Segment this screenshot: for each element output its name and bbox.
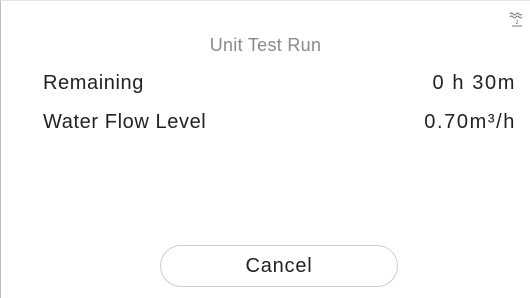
test-run-screen: Unit Test Run 2 Remaining 0 h 30m Water …: [0, 0, 530, 298]
water-flow-icon: 2: [509, 12, 523, 27]
water-flow-value: 0.70m³/h: [424, 111, 516, 133]
water-flow-icon-label: 2: [515, 20, 518, 26]
remaining-value: 0 h 30m: [432, 72, 516, 94]
water-flow-label: Water Flow Level: [43, 111, 207, 133]
remaining-label: Remaining: [43, 72, 145, 94]
cancel-button[interactable]: Cancel: [160, 245, 398, 287]
screen-title: Unit Test Run: [209, 35, 322, 55]
water-flow-row: Water Flow Level 0.70m³/h: [43, 111, 516, 134]
remaining-row: Remaining 0 h 30m: [43, 72, 516, 95]
